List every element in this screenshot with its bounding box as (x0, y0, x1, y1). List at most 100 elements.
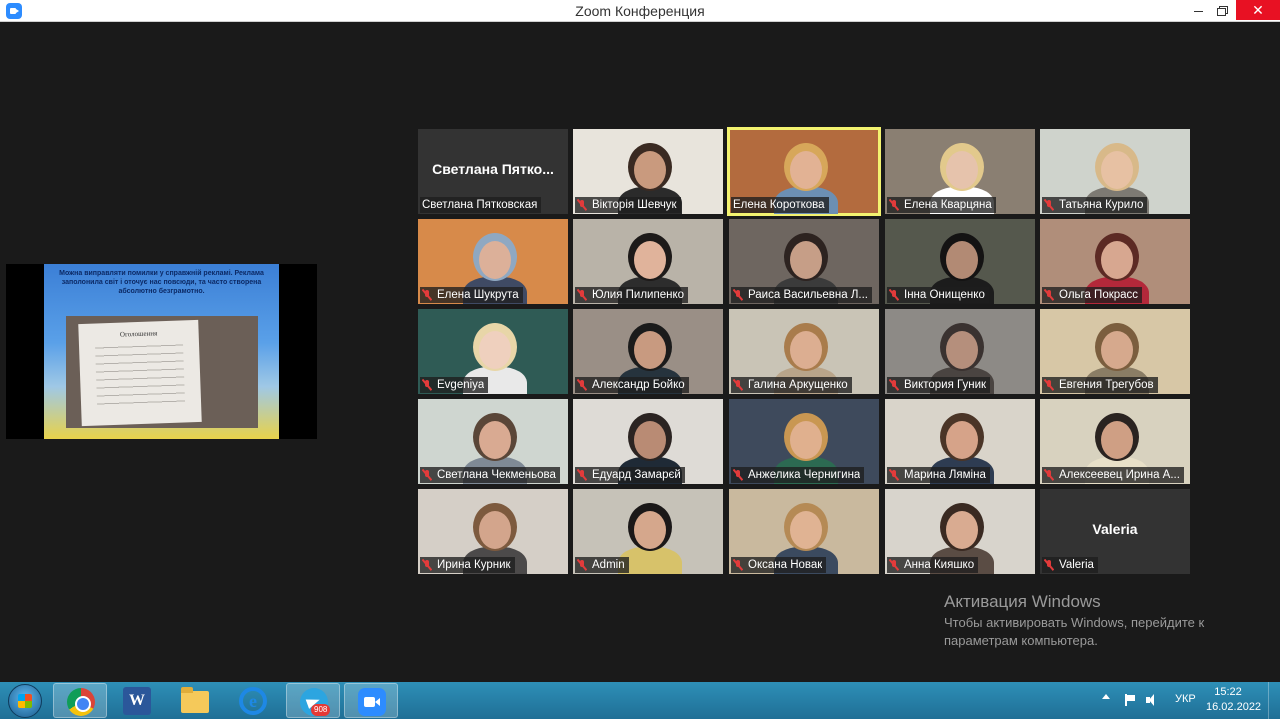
participant-tile[interactable]: Елена Шукрута (418, 219, 568, 304)
taskbar-ie[interactable]: e (226, 683, 280, 718)
participant-tile[interactable]: Admin (573, 489, 723, 574)
participant-tile[interactable]: Алексеевец Ирина А... (1040, 399, 1190, 484)
participant-tile[interactable]: Анна Кияшко (885, 489, 1035, 574)
participant-name-label: Admin (575, 557, 629, 573)
participant-tile[interactable]: Светлана Чекменьова (418, 399, 568, 484)
participant-name: Valeria (1059, 559, 1094, 571)
participant-name-label: Светлана Пятковская (420, 197, 542, 213)
participant-name: Ирина Курник (437, 559, 511, 571)
shared-screen[interactable]: Можна виправляти помилки у справжній рек… (6, 264, 317, 439)
action-center-flag-icon[interactable] (1124, 694, 1136, 706)
muted-mic-icon (422, 559, 432, 571)
participant-tile[interactable]: Галина Аркущенко (729, 309, 879, 394)
participant-name: Светлана Пятковская (422, 199, 538, 211)
muted-mic-icon (889, 289, 899, 301)
taskbar-zoom[interactable] (344, 683, 398, 718)
restore-button[interactable] (1207, 0, 1237, 20)
muted-mic-icon (733, 469, 743, 481)
participant-tile[interactable]: Юлия Пилипенко (573, 219, 723, 304)
participant-tile[interactable]: Анжелика Чернигина (729, 399, 879, 484)
participant-video-face (634, 331, 666, 369)
participant-name-label: Інна Онищенко (887, 287, 989, 303)
muted-mic-icon (889, 379, 899, 391)
participant-name: Оксана Новак (748, 559, 823, 571)
participant-tile[interactable]: Евгения Трегубов (1040, 309, 1190, 394)
muted-mic-icon (1044, 379, 1054, 391)
participant-video-face (634, 241, 666, 279)
paper-text-lines (94, 340, 186, 406)
participant-video-face (790, 511, 822, 549)
participant-tile[interactable]: Марина Ляміна (885, 399, 1035, 484)
participant-video-face (790, 151, 822, 189)
participant-name-label: Evgeniya (420, 377, 489, 393)
muted-mic-icon (733, 559, 743, 571)
participant-tile[interactable]: Valeria Valeria (1040, 489, 1190, 574)
start-button[interactable] (8, 684, 42, 718)
telegram-unread-badge: 908 (311, 704, 331, 716)
participant-name: Admin (592, 559, 625, 571)
participant-tile[interactable]: Вікторія Шевчук (573, 129, 723, 214)
participant-name: Едуард Замарєй (592, 469, 681, 481)
windows-activation-watermark: Активация Windows Чтобы активировать Win… (944, 592, 1204, 650)
participant-name: Виктория Гуник (904, 379, 987, 391)
muted-mic-icon (577, 559, 587, 571)
participant-tile[interactable]: Evgeniya (418, 309, 568, 394)
muted-mic-icon (422, 379, 432, 391)
participant-video-face (946, 331, 978, 369)
taskbar-telegram[interactable]: 908 (286, 683, 340, 718)
slide-text: Можна виправляти помилки у справжній рек… (59, 270, 264, 295)
folder-icon (181, 687, 209, 713)
window-titlebar[interactable]: Zoom Конференция ✕ (0, 0, 1280, 22)
muted-mic-icon (422, 469, 432, 481)
taskbar-word[interactable]: W (110, 683, 164, 718)
close-button[interactable]: ✕ (1236, 0, 1280, 20)
activation-line-2: параметрам компьютера. (944, 633, 1098, 648)
participant-video-face (479, 331, 511, 369)
participant-tile[interactable]: Раиса Васильевна Л... (729, 219, 879, 304)
participant-video-face (1101, 151, 1133, 189)
participant-name-label: Александр Бойко (575, 377, 689, 393)
participant-tile[interactable]: Ирина Курник (418, 489, 568, 574)
window-title: Zoom Конференция (575, 3, 705, 19)
participant-tile[interactable]: Оксана Новак (729, 489, 879, 574)
participant-video-face (790, 421, 822, 459)
participant-name: Анна Кияшко (904, 559, 975, 571)
participant-name: Вікторія Шевчук (592, 199, 677, 211)
participant-tile[interactable]: Елена Короткова (727, 127, 881, 216)
volume-icon[interactable] (1146, 694, 1160, 706)
muted-mic-icon (1044, 199, 1054, 211)
participant-video-face (1101, 241, 1133, 279)
taskbar-chrome[interactable] (53, 683, 107, 718)
participant-video-face (946, 241, 978, 279)
participant-tile[interactable]: Елена Кварцяна (885, 129, 1035, 214)
participant-tile[interactable]: Виктория Гуник (885, 309, 1035, 394)
clock[interactable]: 15:22 16.02.2022 (1206, 685, 1261, 719)
participant-name-label: Ирина Курник (420, 557, 515, 573)
participant-video-face (790, 241, 822, 279)
participant-name-label: Светлана Чекменьова (420, 467, 560, 483)
participant-tile[interactable]: Ольга Покрасс (1040, 219, 1190, 304)
participant-tile[interactable]: Александр Бойко (573, 309, 723, 394)
participant-video-face (946, 151, 978, 189)
participant-name: Марина Ляміна (904, 469, 986, 481)
participant-name-label: Анна Кияшко (887, 557, 979, 573)
participant-tile[interactable]: Інна Онищенко (885, 219, 1035, 304)
participant-display-name: Светлана Пятко... (432, 161, 554, 177)
participant-name: Раиса Васильевна Л... (748, 289, 868, 301)
participant-tile[interactable]: Едуард Замарєй (573, 399, 723, 484)
paper-heading: Оголошення (119, 329, 158, 339)
participant-name-label: Марина Ляміна (887, 467, 990, 483)
participant-name: Галина Аркущенко (748, 379, 848, 391)
participant-name: Ольга Покрасс (1059, 289, 1139, 301)
participant-tile[interactable]: Татьяна Курило (1040, 129, 1190, 214)
show-desktop-button[interactable] (1268, 682, 1280, 719)
tray-expand-icon[interactable] (1102, 694, 1110, 699)
participant-name: Evgeniya (437, 379, 485, 391)
muted-mic-icon (733, 379, 743, 391)
participant-video-face (634, 511, 666, 549)
input-language[interactable]: УКР (1175, 693, 1196, 719)
participant-video-face (479, 421, 511, 459)
zoom-icon (358, 688, 386, 716)
taskbar-explorer[interactable] (168, 683, 222, 718)
participant-tile[interactable]: Светлана Пятко... Светлана Пятковская (418, 129, 568, 214)
